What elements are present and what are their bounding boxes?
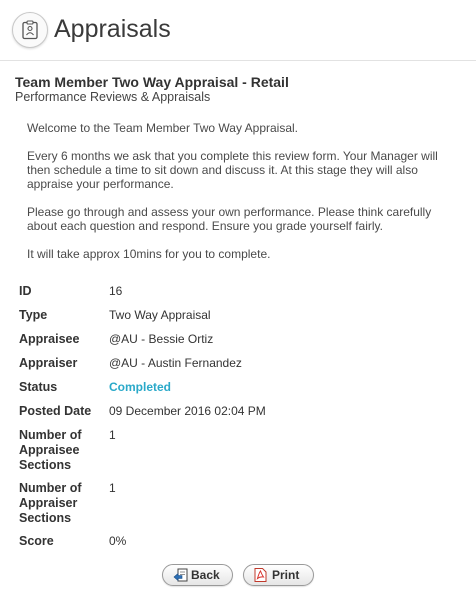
intro-text: Welcome to the Team Member Two Way Appra… [27,121,457,275]
clipboard-person-icon [12,12,48,48]
detail-value: 09 December 2016 02:04 PM [109,404,266,418]
detail-label: Score [19,534,54,548]
detail-value: Two Way Appraisal [109,308,211,322]
status-badge: Completed [109,380,172,394]
detail-label: Type [19,308,48,322]
form-subtitle: Performance Reviews & Appraisals [15,90,211,104]
detail-value: 16 [109,284,123,298]
intro-paragraph: It will take approx 10mins for you to co… [27,247,271,261]
intro-paragraph: Please go through and assess your own pe… [27,205,432,233]
detail-value: 1 [109,481,116,495]
detail-value: 1 [109,428,116,442]
detail-value: 0% [109,534,127,548]
detail-value: @AU - Austin Fernandez [109,356,242,370]
print-button-label: Print [272,568,300,582]
form-title: Team Member Two Way Appraisal - Retail [15,74,289,90]
intro-paragraph: Welcome to the Team Member Two Way Appra… [27,121,299,135]
detail-label: Appraisee [19,332,80,346]
detail-label: Appraiser [19,356,78,370]
back-page-icon [173,568,188,588]
print-button[interactable]: Print [243,564,314,586]
back-button[interactable]: Back [162,564,233,586]
detail-label: Status [19,380,58,394]
action-buttons: Back Print [162,564,322,586]
detail-label: Number of Appraisee Sections [19,428,82,472]
detail-value: @AU - Bessie Ortiz [109,332,214,346]
back-button-label: Back [191,568,220,582]
detail-label: ID [19,284,32,298]
detail-label: Number of Appraiser Sections [19,481,82,525]
page-title: Appraisals [54,15,171,43]
pdf-icon [254,568,267,588]
page-header: Appraisals [0,0,476,61]
detail-label: Posted Date [19,404,92,418]
intro-paragraph: Every 6 months we ask that you complete … [27,149,438,191]
